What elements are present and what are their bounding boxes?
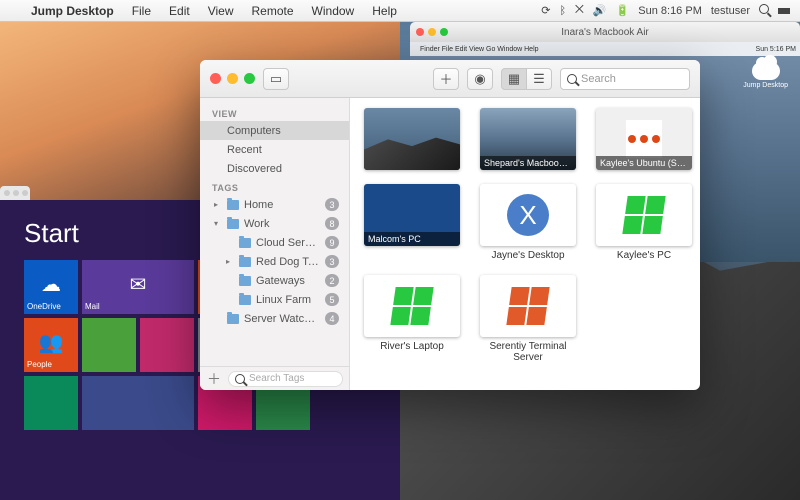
win8-tile[interactable]: ✉Mail bbox=[82, 260, 194, 314]
remote-window-title: Inara's Macbook Air bbox=[561, 27, 649, 38]
folder-icon bbox=[227, 219, 239, 229]
window-traffic-lights bbox=[210, 73, 255, 84]
search-icon bbox=[567, 74, 577, 84]
computer-item[interactable]: Malcom's PC bbox=[364, 184, 460, 261]
bluetooth-icon[interactable]: ᛒ bbox=[559, 5, 566, 17]
jump-desktop-main-window: ▭ ＋ ◉ ▦ ☰ Search VIEW ComputersRecentDis… bbox=[200, 60, 700, 390]
add-button[interactable]: ＋ bbox=[433, 68, 459, 90]
menubar-user[interactable]: testuser bbox=[711, 5, 750, 17]
computer-label: Kaylee's Ubuntu (SSH) bbox=[596, 156, 692, 170]
computer-item[interactable]: Shepard's Macbook Pro bbox=[480, 108, 576, 170]
remote-window-titlebar[interactable]: Inara's Macbook Air bbox=[410, 22, 800, 42]
win8-tile[interactable]: 👥People bbox=[24, 318, 78, 372]
add-tag-button[interactable]: ＋ bbox=[206, 369, 222, 389]
search-icon bbox=[235, 374, 245, 384]
menubar-app-name[interactable]: Jump Desktop bbox=[22, 4, 123, 18]
computer-label: Jayne's Desktop bbox=[491, 250, 564, 261]
computer-label: Serentiy Terminal Server bbox=[480, 341, 576, 363]
folder-icon bbox=[239, 238, 251, 248]
computer-label: Malcom's PC bbox=[364, 232, 460, 246]
computer-item[interactable]: River's Laptop bbox=[364, 275, 460, 363]
folder-icon bbox=[227, 200, 239, 210]
wifi-icon[interactable]: ⨉ bbox=[575, 4, 584, 17]
computer-item[interactable]: Kaylee's PC bbox=[596, 184, 692, 261]
quicklook-button[interactable]: ◉ bbox=[467, 68, 493, 90]
computer-item[interactable]: Inara's Macbook Air bbox=[364, 108, 460, 170]
sidebar-view-computers[interactable]: Computers bbox=[200, 121, 349, 140]
zoom-icon[interactable] bbox=[244, 73, 255, 84]
toolbar-search[interactable]: Search bbox=[560, 68, 690, 90]
sidebar-tag-gateways[interactable]: Gateways2 bbox=[200, 271, 349, 290]
close-icon[interactable] bbox=[210, 73, 221, 84]
win8-window-traffic[interactable] bbox=[0, 186, 30, 200]
list-view-button[interactable]: ☰ bbox=[526, 68, 552, 90]
win8-start-title: Start bbox=[24, 218, 79, 249]
win8-tile[interactable] bbox=[24, 376, 78, 430]
sidebar-header-tags: TAGS bbox=[200, 178, 349, 195]
menubar-status: ⟳ ᛒ ⨉ 🔊 🔋 Sun 8:16 PM testuser bbox=[541, 4, 800, 17]
win8-tile[interactable]: ☁OneDrive bbox=[24, 260, 78, 314]
sidebar-tag-work[interactable]: ▾Work8 bbox=[200, 214, 349, 233]
computer-item[interactable]: Kaylee's Ubuntu (SSH) bbox=[596, 108, 692, 170]
jump-desktop-badge[interactable]: Jump Desktop bbox=[743, 62, 788, 89]
close-icon[interactable] bbox=[416, 28, 424, 36]
computer-item[interactable]: Serentiy Terminal Server bbox=[480, 275, 576, 363]
computer-label: Inara's Macbook Air bbox=[364, 156, 460, 170]
sidebar-view-recent[interactable]: Recent bbox=[200, 140, 349, 159]
menu-file[interactable]: File bbox=[123, 4, 160, 18]
sync-icon[interactable]: ⟳ bbox=[541, 4, 550, 17]
win8-tile[interactable] bbox=[82, 376, 194, 430]
folder-icon bbox=[239, 276, 251, 286]
computer-label: Shepard's Macbook Pro bbox=[480, 156, 576, 170]
win8-tile[interactable] bbox=[82, 318, 136, 372]
sidebar-view-discovered[interactable]: Discovered bbox=[200, 159, 349, 178]
zoom-icon[interactable] bbox=[440, 28, 448, 36]
folder-icon bbox=[227, 314, 239, 324]
win8-tile[interactable] bbox=[140, 318, 194, 372]
cloud-icon bbox=[752, 62, 780, 80]
sidebar-tag-cloud-servers[interactable]: Cloud Servers9 bbox=[200, 233, 349, 252]
notification-center-icon[interactable] bbox=[778, 5, 790, 17]
remote-clock: Sun 5:16 PM bbox=[756, 46, 796, 53]
menu-edit[interactable]: Edit bbox=[160, 4, 199, 18]
sidebar: VIEW ComputersRecentDiscovered TAGS ▸Hom… bbox=[200, 98, 350, 390]
computer-label: Kaylee's PC bbox=[617, 250, 671, 261]
battery-icon[interactable]: 🔋 bbox=[616, 4, 630, 17]
menu-window[interactable]: Window bbox=[303, 4, 364, 18]
minimize-icon[interactable] bbox=[227, 73, 238, 84]
computer-item[interactable]: XJayne's Desktop bbox=[480, 184, 576, 261]
tag-search-input[interactable]: Search Tags bbox=[228, 371, 343, 387]
main-toolbar: ▭ ＋ ◉ ▦ ☰ Search bbox=[200, 60, 700, 98]
computer-label: River's Laptop bbox=[380, 341, 444, 352]
menu-help[interactable]: Help bbox=[363, 4, 406, 18]
sidebar-tag-server-watch-list[interactable]: Server Watch List4 bbox=[200, 309, 349, 328]
volume-icon[interactable]: 🔊 bbox=[593, 4, 607, 17]
spotlight-icon[interactable] bbox=[759, 4, 769, 17]
minimize-icon[interactable] bbox=[428, 28, 436, 36]
sidebar-header-view: VIEW bbox=[200, 104, 349, 121]
folder-icon bbox=[239, 295, 251, 305]
macos-menubar: Jump Desktop FileEditViewRemoteWindowHel… bbox=[0, 0, 800, 22]
grid-view-button[interactable]: ▦ bbox=[501, 68, 527, 90]
folder-icon bbox=[239, 257, 251, 267]
menu-view[interactable]: View bbox=[199, 4, 243, 18]
sidebar-tag-home[interactable]: ▸Home3 bbox=[200, 195, 349, 214]
sidebar-toggle-button[interactable]: ▭ bbox=[263, 68, 289, 90]
menubar-clock[interactable]: Sun 8:16 PM bbox=[638, 5, 702, 17]
sidebar-tag-red-dog-team[interactable]: ▸Red Dog Team3 bbox=[200, 252, 349, 271]
view-mode-toggle: ▦ ☰ bbox=[501, 68, 552, 90]
menu-remote[interactable]: Remote bbox=[243, 4, 303, 18]
computers-grid: Inara's Macbook Air Shepard's Macbook Pro… bbox=[350, 98, 700, 390]
remote-menubar: Finder File Edit View Go Window Help Sun… bbox=[410, 42, 800, 56]
sidebar-tag-linux-farm[interactable]: Linux Farm5 bbox=[200, 290, 349, 309]
sidebar-footer: ＋ Search Tags bbox=[200, 366, 349, 390]
